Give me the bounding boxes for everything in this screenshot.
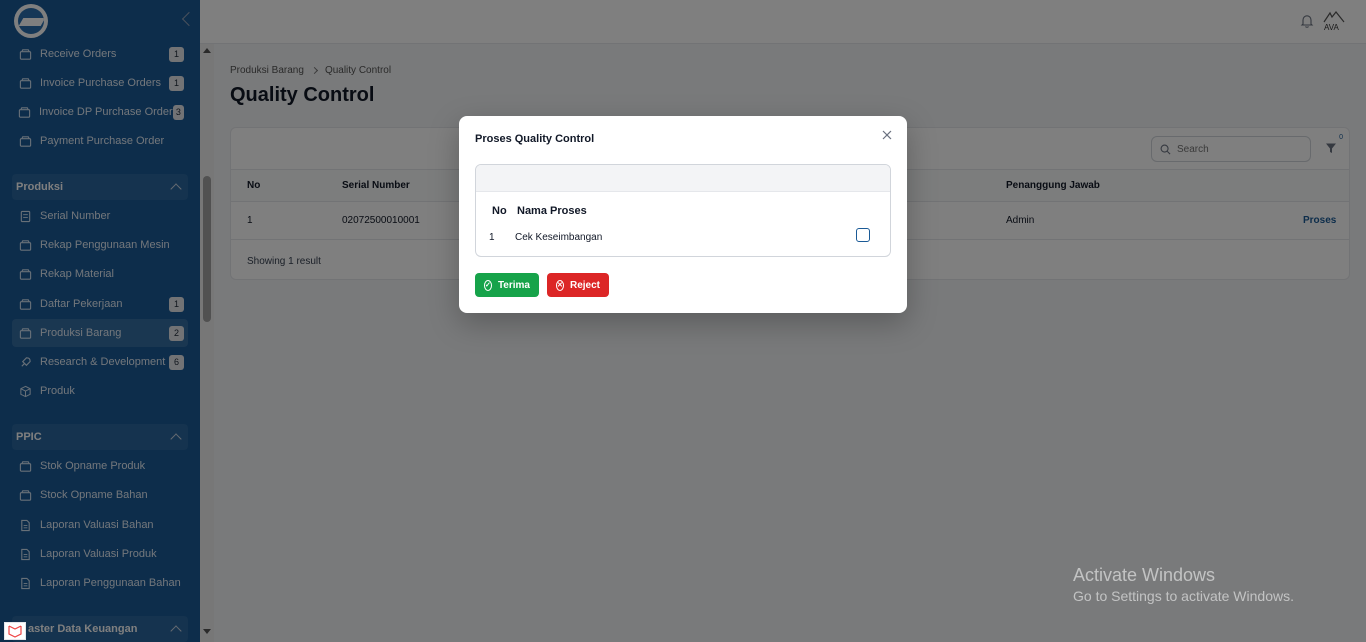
reject-label: Reject bbox=[569, 279, 600, 291]
laravel-debug-icon[interactable] bbox=[4, 622, 26, 640]
process-table-toolbar bbox=[476, 165, 890, 192]
check-circle-icon: ✓ bbox=[484, 279, 492, 291]
column-header-no: No bbox=[492, 205, 507, 217]
modal-backdrop[interactable] bbox=[0, 0, 1366, 642]
watermark-title: Activate Windows bbox=[1073, 565, 1216, 585]
cell-nama-proses: Cek Keseimbangan bbox=[515, 232, 603, 243]
windows-activation-watermark: Activate Windows Go to Settings to activ… bbox=[1073, 565, 1294, 604]
cell-no: 1 bbox=[489, 232, 495, 243]
watermark-subtitle: Go to Settings to activate Windows. bbox=[1073, 588, 1294, 604]
process-table: No Nama Proses 1 Cek Keseimbangan bbox=[475, 164, 891, 257]
x-circle-icon: ✕ bbox=[556, 279, 564, 291]
column-header-nama-proses: Nama Proses bbox=[517, 205, 587, 217]
quality-control-modal: Proses Quality Control No Nama Proses 1 … bbox=[459, 116, 907, 313]
close-icon[interactable] bbox=[881, 129, 893, 141]
process-checkbox[interactable] bbox=[856, 228, 870, 242]
reject-button[interactable]: ✕ Reject bbox=[547, 273, 609, 297]
terima-label: Terima bbox=[497, 279, 530, 291]
modal-title: Proses Quality Control bbox=[475, 133, 595, 145]
terima-button[interactable]: ✓ Terima bbox=[475, 273, 539, 297]
